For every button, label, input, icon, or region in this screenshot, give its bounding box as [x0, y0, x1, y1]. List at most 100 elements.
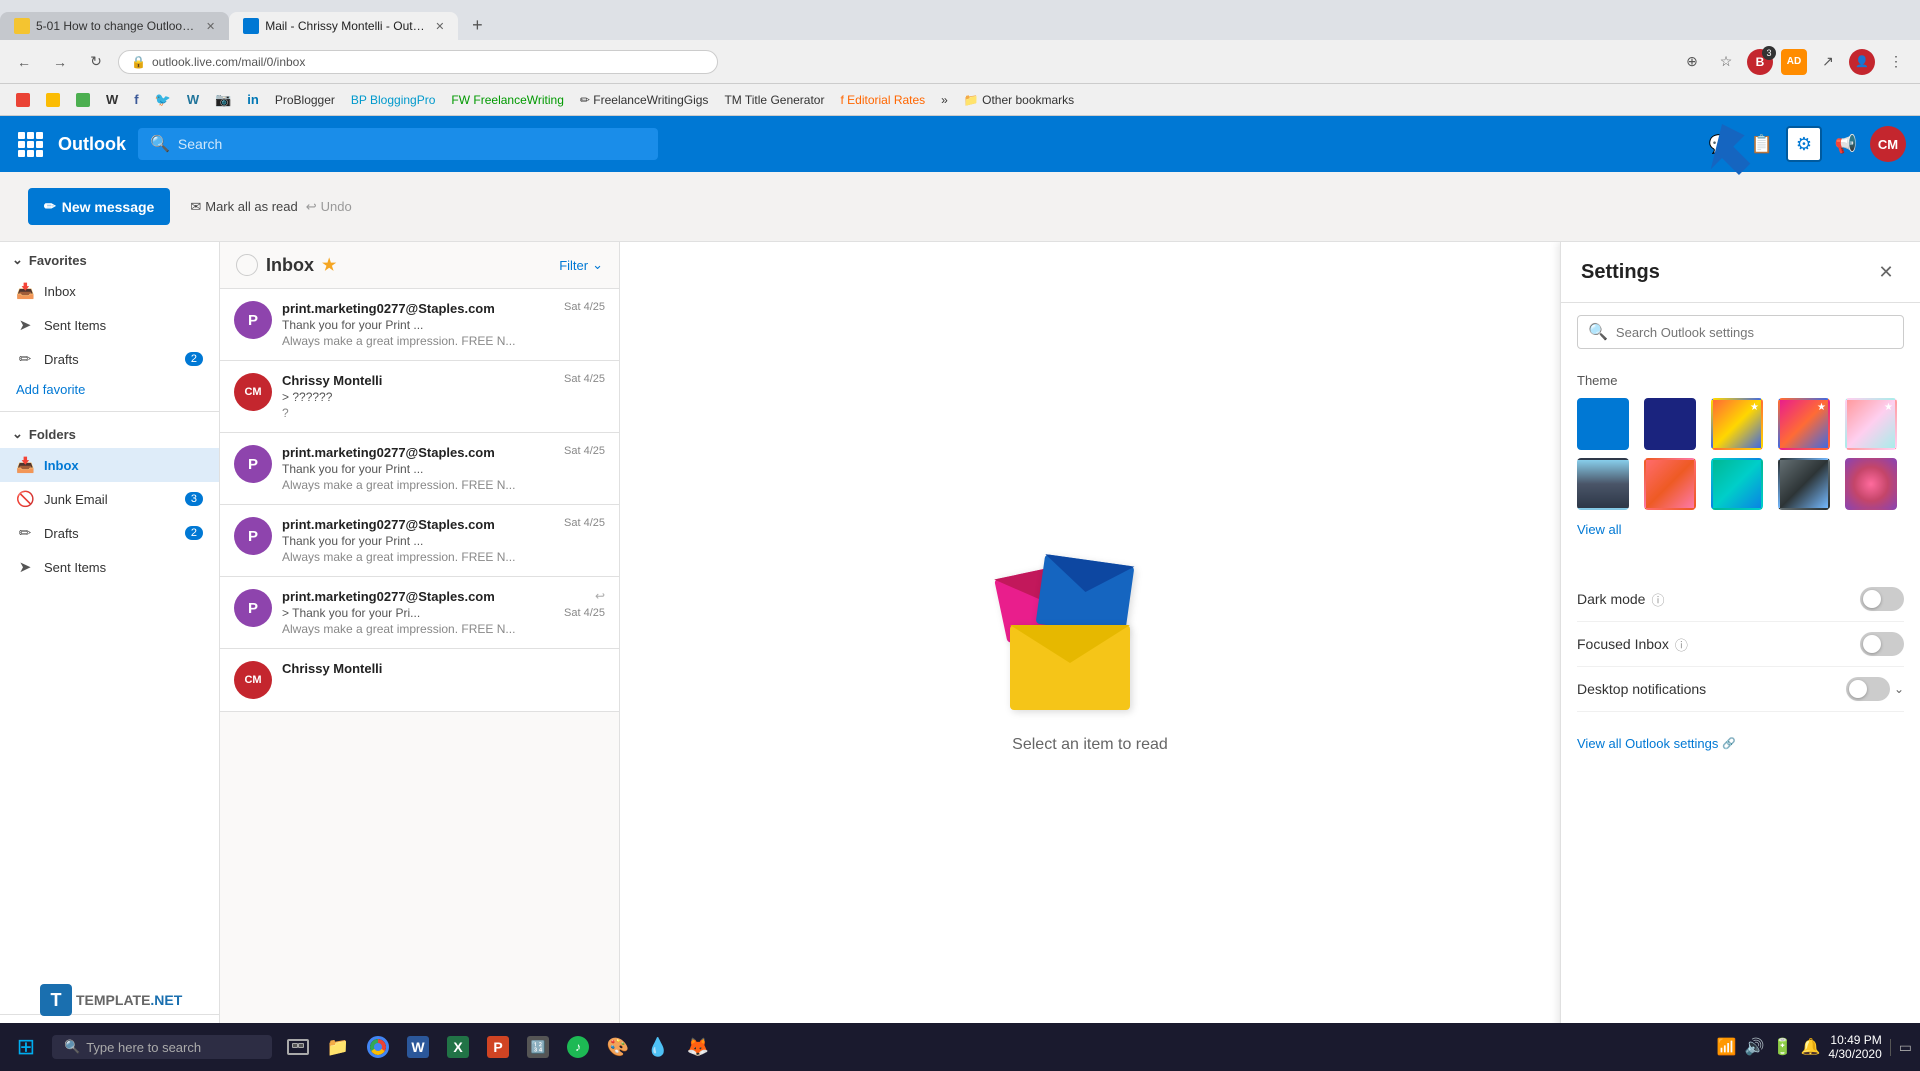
feedback-icon-button[interactable]: 📢	[1828, 126, 1864, 162]
email-item-6[interactable]: CM Chrissy Montelli	[220, 649, 619, 712]
notifications-expand-icon[interactable]: ⌄	[1894, 682, 1904, 696]
email-item-5[interactable]: P print.marketing0277@Staples.com > Than…	[220, 577, 619, 649]
browser-extensions-icon[interactable]: ⊕	[1678, 48, 1706, 76]
select-all-circle[interactable]	[236, 254, 258, 276]
theme-swatch-5[interactable]	[1577, 458, 1629, 510]
sidebar-item-drafts[interactable]: ✏ Drafts 2	[0, 516, 219, 550]
bookmark-wiki[interactable]: W	[100, 90, 124, 109]
taskbar-clock[interactable]: 10:49 PM 4/30/2020	[1828, 1033, 1881, 1061]
bookmark-editorialrates[interactable]: f Editorial Rates	[834, 91, 931, 109]
user-avatar-button[interactable]: CM	[1870, 126, 1906, 162]
taskbar-task-view-button[interactable]	[280, 1029, 316, 1065]
taskbar-chrome-button[interactable]	[360, 1029, 396, 1065]
bookmark-gmail[interactable]	[10, 91, 36, 109]
bookmark-fb[interactable]: f	[128, 90, 144, 109]
waffle-menu-button[interactable]	[14, 128, 46, 160]
email-item-3[interactable]: P print.marketing0277@Staples.com Thank …	[220, 433, 619, 505]
bookmark-drive[interactable]	[40, 91, 66, 109]
theme-swatch-1[interactable]	[1644, 398, 1696, 450]
mark-all-read-button[interactable]: ✉ Mark all as read	[190, 199, 297, 215]
sidebar-item-junk[interactable]: 🚫 Junk Email 3	[0, 482, 219, 516]
bookmark-other[interactable]: 📁 Other bookmarks	[958, 91, 1080, 109]
theme-swatch-2[interactable]: ★	[1711, 398, 1763, 450]
taskbar-file-explorer-button[interactable]: 📁	[320, 1029, 356, 1065]
focused-inbox-info-icon[interactable]: ⓘ	[1675, 635, 1688, 654]
bookmark-twitter[interactable]: 🐦	[149, 90, 177, 110]
bookmark-titlegenerator[interactable]: TM Title Generator	[718, 91, 830, 109]
taskbar-3d-button[interactable]: 💧	[640, 1029, 676, 1065]
extension-orange-icon[interactable]: AD	[1780, 48, 1808, 76]
sidebar-item-inbox[interactable]: 📥 Inbox	[0, 448, 219, 482]
taskbar-spotify-button[interactable]: ♪	[560, 1029, 596, 1065]
taskbar-excel-button[interactable]: X	[440, 1029, 476, 1065]
user-profile-icon[interactable]: 👤	[1848, 48, 1876, 76]
extension-red-icon[interactable]: B 3	[1746, 48, 1774, 76]
email-item-2[interactable]: CM Chrissy Montelli > ?????? ? Sat 4/25	[220, 361, 619, 433]
sidebar-item-inbox-fav[interactable]: 📥 Inbox	[0, 274, 219, 308]
taskbar-notification-icon[interactable]: 🔔	[1800, 1037, 1820, 1057]
share-icon[interactable]: ↗	[1814, 48, 1842, 76]
email-item-4[interactable]: P print.marketing0277@Staples.com Thank …	[220, 505, 619, 577]
taskbar-powerpoint-button[interactable]: P	[480, 1029, 516, 1065]
tab-2-close[interactable]: ✕	[435, 20, 444, 33]
bookmark-freelancewriting[interactable]: FW FreelanceWriting	[445, 91, 569, 109]
browser-menu-icon[interactable]: ⋮	[1882, 48, 1910, 76]
taskbar-calculator-button[interactable]: 🔢	[520, 1029, 556, 1065]
outlook-search-bar[interactable]: 🔍	[138, 128, 658, 160]
taskbar-sound-icon[interactable]: 🔊	[1745, 1037, 1765, 1057]
tab-2[interactable]: Mail - Chrissy Montelli - Outlook ✕	[229, 12, 458, 40]
taskbar-paint-button[interactable]: 🎨	[600, 1029, 636, 1065]
theme-swatch-8[interactable]	[1778, 458, 1830, 510]
filter-button[interactable]: Filter ⌄	[559, 257, 603, 273]
settings-search-bar[interactable]: 🔍	[1577, 315, 1904, 349]
theme-swatch-6[interactable]	[1644, 458, 1696, 510]
sidebar-item-drafts-fav[interactable]: ✏ Drafts 2	[0, 342, 219, 376]
tab-1[interactable]: 5-01 How to change Outlook th... ✕	[0, 12, 229, 40]
taskbar-word-button[interactable]: W	[400, 1029, 436, 1065]
focused-inbox-toggle[interactable]	[1860, 632, 1904, 656]
bookmark-star-icon[interactable]: ☆	[1712, 48, 1740, 76]
forward-button[interactable]: →	[46, 48, 74, 76]
bookmark-instagram[interactable]: 📷	[209, 90, 237, 110]
sidebar-item-sent-fav[interactable]: ➤ Sent Items	[0, 308, 219, 342]
theme-swatch-4[interactable]: ★	[1845, 398, 1897, 450]
taskbar-wifi-icon[interactable]: 📶	[1717, 1037, 1737, 1057]
theme-swatch-9[interactable]	[1845, 458, 1897, 510]
bookmark-bloggingpro[interactable]: BP BloggingPro	[345, 91, 442, 109]
bookmark-problogger[interactable]: ProBlogger	[269, 91, 341, 109]
reload-button[interactable]: ↻	[82, 48, 110, 76]
add-favorite-link[interactable]: Add favorite	[0, 376, 219, 403]
theme-swatch-0[interactable]	[1577, 398, 1629, 450]
taskbar-search-input[interactable]	[86, 1040, 260, 1055]
settings-icon-button[interactable]: ⚙	[1786, 126, 1822, 162]
tab-1-close[interactable]: ✕	[206, 20, 215, 33]
taskbar-search-bar[interactable]: 🔍	[52, 1035, 272, 1059]
new-message-button[interactable]: ✏ New message	[28, 188, 170, 225]
taskbar-battery-icon[interactable]: 🔋	[1773, 1037, 1793, 1057]
settings-search-input[interactable]	[1616, 325, 1893, 340]
search-input[interactable]	[178, 136, 646, 152]
back-button[interactable]: ←	[10, 48, 38, 76]
desktop-notifications-toggle[interactable]	[1846, 677, 1890, 701]
taskbar-firefox-button[interactable]: 🦊	[680, 1029, 716, 1065]
bookmark-wordpress[interactable]: W	[181, 90, 205, 109]
sidebar-item-sent[interactable]: ➤ Sent Items	[0, 550, 219, 584]
email-item-1[interactable]: P print.marketing0277@Staples.com Thank …	[220, 289, 619, 361]
bookmark-linkedin[interactable]: in	[241, 90, 265, 109]
taskbar-show-desktop-button[interactable]: ▭	[1890, 1039, 1912, 1056]
dark-mode-toggle[interactable]	[1860, 587, 1904, 611]
bookmark-more[interactable]: »	[935, 91, 954, 109]
undo-button[interactable]: ↩ Undo	[306, 199, 352, 215]
settings-close-button[interactable]: ✕	[1872, 258, 1900, 286]
address-bar[interactable]: 🔒 outlook.live.com/mail/0/inbox	[118, 50, 718, 74]
view-all-settings-link[interactable]: View all Outlook settings 🔗	[1561, 724, 1920, 763]
sidebar-folders-header[interactable]: ⌄ Folders	[0, 420, 219, 448]
start-button[interactable]: ⊞	[8, 1029, 44, 1065]
view-all-themes-link[interactable]: View all	[1577, 522, 1904, 537]
new-tab-button[interactable]: +	[462, 10, 492, 40]
theme-swatch-7[interactable]	[1711, 458, 1763, 510]
bookmark-freelancegigs[interactable]: ✏ FreelanceWritingGigs	[574, 91, 715, 109]
dark-mode-info-icon[interactable]: ⓘ	[1651, 590, 1664, 609]
theme-swatch-3[interactable]: ★	[1778, 398, 1830, 450]
bookmark-maps[interactable]	[70, 91, 96, 109]
